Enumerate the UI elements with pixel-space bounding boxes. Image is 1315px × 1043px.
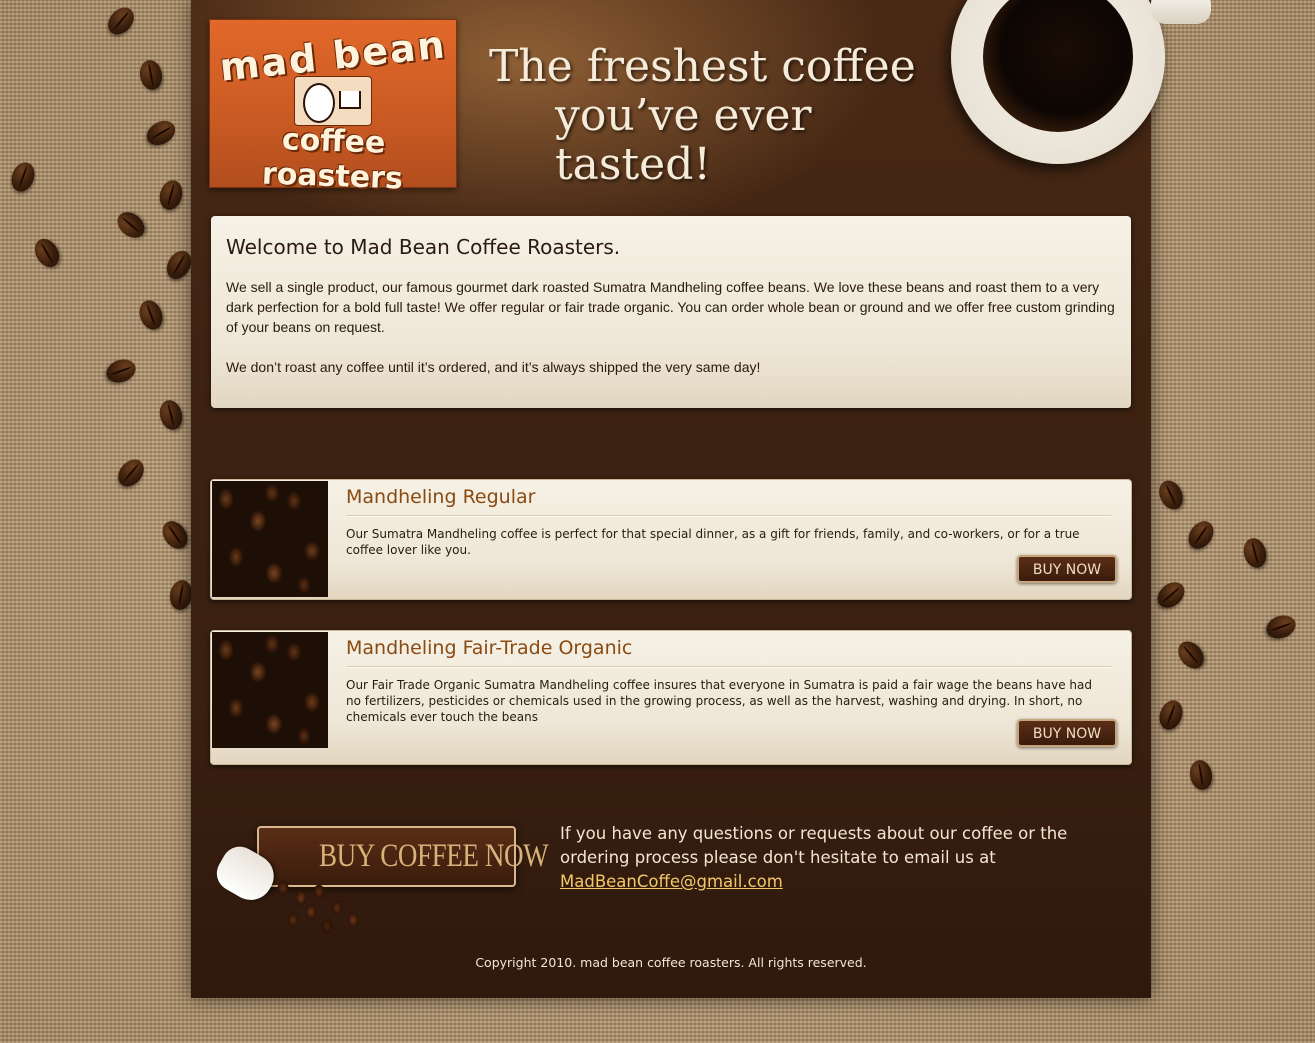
buy-coffee-now-label: BUY COFFEE NOW — [319, 838, 549, 874]
product-title: Mandheling Regular — [346, 486, 536, 508]
buy-now-button[interactable]: BUY NOW — [1017, 719, 1117, 747]
email-link[interactable]: MadBeanCoffe@gmail.com — [560, 872, 783, 891]
buy-now-button[interactable]: BUY NOW — [1017, 555, 1117, 583]
welcome-panel: Welcome to Mad Bean Coffee Roasters. We … — [211, 216, 1131, 408]
copyright: Copyright 2010. mad bean coffee roasters… — [475, 955, 867, 970]
welcome-paragraph-1: We sell a single product, our famous gou… — [226, 279, 1115, 335]
product-card: Mandheling Regular Our Sumatra Mandhelin… — [210, 479, 1132, 600]
logo-line2: coffee roasters — [261, 122, 404, 197]
divider — [346, 666, 1111, 668]
product-description: Our Fair Trade Organic Sumatra Mandhelin… — [346, 678, 1092, 724]
page-container: mad bean coffee roasters The freshest co… — [191, 0, 1211, 998]
tagline-line2: you’ve ever tasted! — [555, 90, 812, 190]
product-image — [212, 632, 328, 748]
contact-message: If you have any questions or requests ab… — [560, 824, 1068, 867]
mascot-icon — [294, 76, 372, 126]
tagline-line1: The freshest coffee — [489, 41, 916, 92]
contact-text: If you have any questions or requests ab… — [560, 822, 1140, 894]
product-card: Mandheling Fair-Trade Organic Our Fair T… — [210, 630, 1132, 765]
product-title: Mandheling Fair-Trade Organic — [346, 637, 633, 659]
logo[interactable]: mad bean coffee roasters — [209, 19, 457, 196]
tagline: The freshest coffee you’ve ever tasted! — [489, 42, 949, 189]
welcome-title: Welcome to Mad Bean Coffee Roasters. — [226, 235, 621, 259]
product-description: Our Sumatra Mandheling coffee is perfect… — [346, 527, 1080, 557]
coffee-cup-image — [951, 0, 1211, 164]
welcome-paragraph-2: We don’t roast any coffee until it’s ord… — [226, 359, 761, 375]
spilled-cup-icon — [210, 840, 393, 938]
divider — [346, 515, 1111, 517]
product-image — [212, 481, 328, 597]
